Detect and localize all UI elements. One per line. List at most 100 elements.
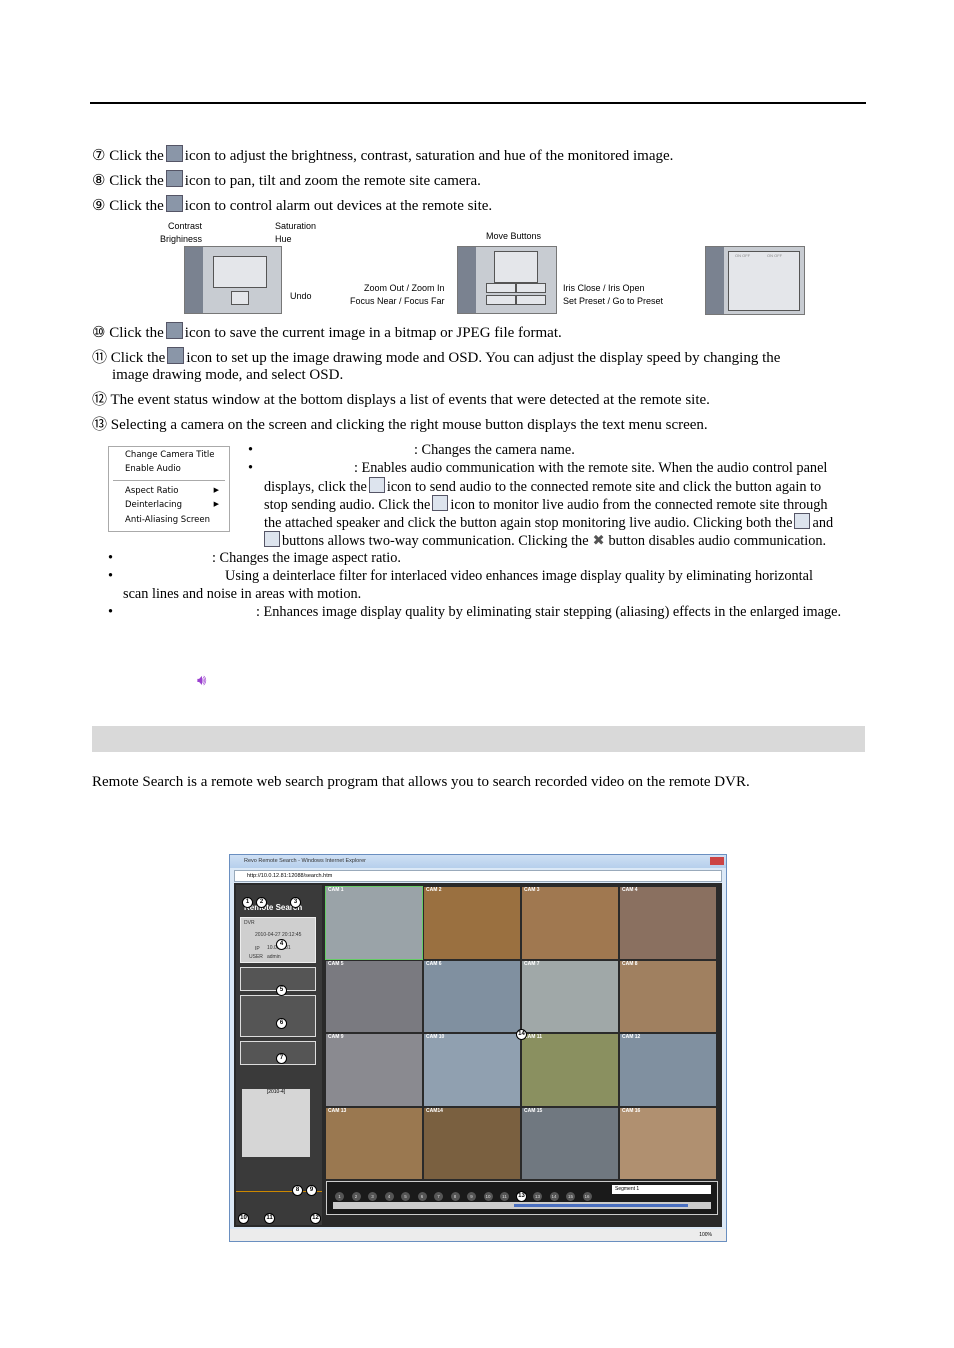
item-11: ⑪ Click the icon to set up the image draw… [92,347,780,367]
segment-select[interactable]: Segment 1 [612,1185,711,1194]
camera-tile[interactable]: CAM 5 [326,960,422,1032]
ptz-icon [165,170,183,187]
address-bar[interactable]: http://10.0.12.81:12088/search.htm [234,870,722,882]
menu-separator [113,480,225,481]
callout-number: 8 [292,1185,303,1196]
label-contrast: Contrast [168,221,203,231]
channel-button[interactable]: 3 [368,1192,377,1201]
datetime: 2010-04-27 20:12:45 [255,932,302,938]
channel-button[interactable]: 10 [483,1192,493,1201]
camera-label: CAM 2 [426,887,442,893]
camera-tile[interactable]: CAM 7 [522,960,618,1032]
camera-tile[interactable]: CAM 15 [522,1107,618,1179]
callout-number: 10 [238,1213,249,1224]
callout-number: 13 [516,1191,527,1202]
save-image-icon [165,322,183,339]
alarm-out-icon [165,195,183,212]
camera-tile[interactable]: CAM 9 [326,1034,422,1106]
menu-aspect-ratio[interactable]: Aspect Ratio ▶ [125,486,225,496]
item-8: ⑧ Click the icon to pan, tilt and zoom th… [92,170,481,190]
channel-button[interactable]: 6 [417,1192,427,1201]
callout-number: 3 [290,897,301,908]
channel-button[interactable]: 13 [533,1192,542,1201]
item-11-cont: image drawing mode, and select OSD. [112,367,344,383]
camera-tile[interactable]: CAM 13 [326,1107,422,1179]
channel-button[interactable]: 4 [384,1192,394,1201]
channel-button[interactable]: 1 [335,1192,344,1201]
display-setup-icon [167,347,185,364]
calendar[interactable]: [2010-4] [242,1089,310,1157]
callout-number: 2 [256,897,267,908]
camera-tile[interactable]: CAM 16 [620,1107,716,1179]
color-adjust-icon [165,145,183,162]
channel-button[interactable]: 5 [401,1192,410,1201]
camera-label: CAM 3 [524,887,540,893]
callout-number: 9 [306,1185,317,1196]
callout-number: 1 [242,897,253,908]
remote-search-screenshot: Revo Remote Search - Windows Internet Ex… [229,854,727,1242]
channel-button[interactable]: 9 [467,1192,476,1201]
camera-tile[interactable]: CAM 11 [522,1034,618,1106]
microphone-icon [368,477,385,493]
label-focus: Focus Near / Focus Far [350,296,445,306]
camera-tile[interactable]: CAM 4 [620,887,716,959]
camera-label: CAM 10 [426,1034,445,1040]
menu-enable-audio[interactable]: Enable Audio [125,464,181,474]
camera-tile[interactable]: CAM 3 [522,887,618,959]
camera-label: CAM 6 [426,960,442,967]
label-hue: Hue [275,234,292,244]
context-menu: Change Camera Title Enable Audio Aspect … [108,446,230,532]
callout-number: 6 [276,1018,287,1029]
camera-tile[interactable]: CAM14 [424,1107,520,1179]
camera-label: CAM 1 [328,887,344,893]
timeline-bar[interactable] [333,1202,711,1209]
camera-label: CAM 4 [622,887,638,893]
camera-label: CAM 8 [622,960,638,967]
channel-button[interactable]: 2 [351,1192,361,1201]
window-close-button[interactable] [710,857,724,865]
camera-label: CAM14 [426,1107,443,1114]
camera-label: CAM 13 [328,1107,347,1114]
channel-button[interactable]: 16 [582,1192,592,1201]
window-title-bar: Revo Remote Search - Windows Internet Ex… [230,855,726,868]
channel-button[interactable]: 7 [434,1192,443,1201]
callout-number: 11 [264,1213,275,1224]
alarm-out-diagram: ON OFF ON OFF [705,246,805,315]
label-undo: Undo [290,291,312,301]
status-bar: 100% [230,1229,726,1241]
channel-button[interactable]: 15 [566,1192,575,1201]
close-audio-icon: ✖ [592,533,605,549]
camera-label: CAM 12 [622,1034,641,1040]
item-13: ⑬ Selecting a camera on the screen and c… [92,417,708,433]
callout-number: 12 [310,1213,321,1224]
camera-tile[interactable]: CAM 2 [424,887,520,959]
channel-button[interactable]: 8 [450,1192,460,1201]
menu-change-camera-title[interactable]: Change Camera Title [125,450,215,460]
header-rule [90,102,866,104]
speaker-icon [432,495,449,511]
menu-deinterlacing[interactable]: Deinterlacing ▶ [125,500,225,510]
section-heading-bar [92,726,865,752]
label-preset: Set Preset / Go to Preset [563,296,664,306]
camera-tile[interactable]: CAM 6 [424,960,520,1032]
callout-number: 14 [516,1029,527,1040]
camera-tile[interactable]: CAM 8 [620,960,716,1032]
item-7: ⑦ Click the icon to adjust the brightness… [92,145,673,165]
channel-button[interactable]: 14 [549,1192,559,1201]
channel-button[interactable]: 11 [500,1192,509,1201]
item-9: ⑨ Click the icon to control alarm out dev… [92,195,492,215]
camera-label: CAM 15 [524,1107,543,1114]
camera-tile[interactable]: CAM 12 [620,1034,716,1106]
camera-label: CAM 7 [524,960,540,967]
item-10: ⑩ Click the icon to save the current imag… [92,322,562,342]
label-zoom: Zoom Out / Zoom In [364,283,445,293]
menu-anti-aliasing[interactable]: Anti-Aliasing Screen [125,515,210,525]
speaker-icon: 🔊︎ [197,673,207,689]
label-saturation: Saturation [275,221,317,231]
item-12: ⑫ The event status window at the bottom … [92,392,710,408]
callout-number: 7 [276,1053,287,1064]
camera-label: CAM 16 [622,1107,641,1114]
label-brightness: Brighiness [160,234,203,244]
camera-tile[interactable]: CAM 1 [325,886,423,960]
camera-tile[interactable]: CAM 10 [424,1034,520,1106]
